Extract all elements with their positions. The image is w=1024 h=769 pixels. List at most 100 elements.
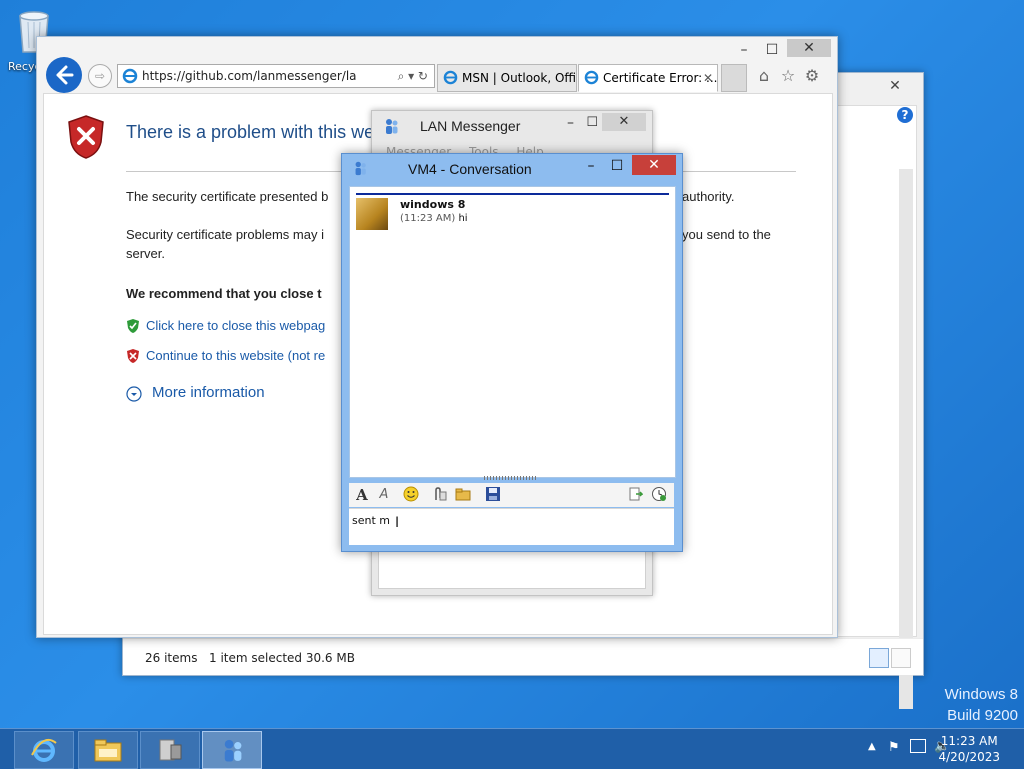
- shield-check-icon: [127, 319, 139, 333]
- cert-line2-end: you send to the: [682, 227, 771, 242]
- address-controls[interactable]: ⌕ ▾ ↻: [398, 65, 428, 87]
- file-explorer-icon: [94, 739, 122, 762]
- recommend-text: We recommend that you close t: [126, 286, 322, 301]
- conversation-toolbar: A A: [349, 483, 674, 507]
- address-url: https://github.com/lanmessenger/lanmesse: [142, 69, 356, 83]
- taskbar-lan-messenger-button[interactable]: [202, 731, 262, 769]
- clock-time: 11:23 AM: [940, 734, 998, 748]
- send-folder-icon[interactable]: [455, 486, 473, 504]
- save-icon[interactable]: [485, 486, 503, 504]
- cert-line1-end: authority.: [682, 189, 735, 204]
- cert-line2-cont: server.: [126, 246, 166, 261]
- history-icon[interactable]: [627, 486, 645, 504]
- more-information-link[interactable]: More information: [126, 384, 265, 402]
- browser-close-button[interactable]: ✕: [787, 39, 831, 57]
- continue-website-text: Continue to this website (not re: [146, 348, 326, 363]
- paperclip-icon: [435, 487, 447, 501]
- floppy-disk-icon: [486, 487, 500, 501]
- shield-x-icon: [127, 349, 139, 363]
- font-color-icon[interactable]: A: [375, 486, 393, 504]
- internet-explorer-icon: [31, 739, 57, 762]
- message-text: hi: [458, 213, 468, 224]
- page-title: There is a problem with this web: [126, 122, 385, 142]
- clock-date: 4/20/2023: [938, 750, 1000, 764]
- lan-maximize-button[interactable]: ☐: [586, 115, 598, 130]
- conversation-window[interactable]: VM4 - Conversation – ☐ ✕ windows 8 (11:2…: [341, 153, 683, 552]
- favorites-star-icon[interactable]: ☆: [779, 67, 797, 85]
- tab-close-icon[interactable]: ✕: [703, 65, 713, 91]
- taskbar-app-button[interactable]: [140, 731, 200, 769]
- conv-maximize-button[interactable]: ☐: [602, 156, 632, 176]
- taskbar-explorer-button[interactable]: [78, 731, 138, 769]
- tab-label: MSN | Outlook, Offi...: [462, 71, 577, 85]
- explorer-scrollbar[interactable]: [899, 169, 913, 709]
- arrow-left-icon: [56, 65, 74, 85]
- forward-button[interactable]: ⇨: [88, 64, 112, 88]
- explorer-status-bar: 26 items 1 item selected 30.6 MB: [123, 638, 923, 675]
- cert-line2: Security certificate problems may i: [126, 227, 324, 242]
- folder-icon: [455, 488, 471, 501]
- help-icon[interactable]: ?: [897, 107, 913, 123]
- new-tab-button[interactable]: [721, 64, 747, 92]
- message-sender: windows 8: [400, 198, 466, 211]
- lan-messenger-icon: [224, 739, 242, 762]
- tab-certificate-error[interactable]: Certificate Error: ... ✕: [578, 64, 718, 92]
- ie-tab-icon: [584, 70, 599, 85]
- network-icon[interactable]: [910, 739, 926, 753]
- taskbar-ie-button[interactable]: [14, 731, 74, 769]
- taskbar: ▲ ⚑ 🔈 11:23 AM 4/20/2023: [0, 728, 1024, 769]
- document-icon: [629, 487, 643, 501]
- message-history[interactable]: windows 8 (11:23 AM) hi: [349, 186, 676, 478]
- browser-minimize-button[interactable]: –: [729, 43, 759, 57]
- conversation-title: VM4 - Conversation: [408, 161, 532, 177]
- conv-close-button[interactable]: ✕: [632, 155, 676, 175]
- message-input-text: sent m: [352, 514, 390, 527]
- browser-maximize-button[interactable]: ☐: [757, 43, 787, 57]
- message-input[interactable]: sent m I: [349, 508, 674, 545]
- home-icon[interactable]: ⌂: [755, 67, 773, 85]
- ie-page-icon: [122, 68, 138, 84]
- shield-error-icon: [68, 115, 104, 159]
- system-tray: ▲ ⚑ 🔈 11:23 AM 4/20/2023: [824, 729, 1024, 769]
- watermark-line2: Build 9200: [947, 707, 1018, 724]
- tiles-view-icon[interactable]: [891, 648, 911, 668]
- emoticon-icon[interactable]: [403, 486, 421, 504]
- explorer-close-button[interactable]: ✕: [873, 77, 917, 95]
- close-webpage-text: Click here to close this webpag: [146, 318, 326, 333]
- show-hidden-icons-icon[interactable]: ▲: [868, 741, 876, 752]
- lan-messenger-icon: [386, 119, 398, 134]
- continue-website-link[interactable]: Continue to this website (not re: [126, 348, 325, 363]
- smiley-icon: [403, 486, 419, 502]
- tab-label: Certificate Error: ...: [603, 71, 718, 85]
- clock-icon: [652, 487, 666, 501]
- more-information-text: More information: [152, 384, 265, 401]
- windows-build-watermark: Windows 8 Build 9200: [945, 684, 1018, 726]
- lan-close-button[interactable]: ✕: [602, 113, 646, 131]
- action-center-flag-icon[interactable]: ⚑: [888, 740, 900, 755]
- lan-minimize-button[interactable]: –: [567, 115, 574, 131]
- computer-icon: [159, 739, 182, 761]
- send-file-icon[interactable]: [431, 486, 449, 504]
- message-time: (11:23 AM): [400, 213, 456, 224]
- font-icon[interactable]: A: [353, 486, 371, 504]
- close-webpage-link[interactable]: Click here to close this webpag: [126, 318, 325, 333]
- cert-line1: The security certificate presented b: [126, 189, 329, 204]
- avatar: [356, 198, 388, 230]
- splitter-handle[interactable]: [484, 476, 538, 480]
- broadcast-icon[interactable]: [651, 486, 669, 504]
- chevron-down-circle-icon: [126, 386, 142, 402]
- settings-gear-icon[interactable]: ⚙: [803, 67, 821, 85]
- address-bar[interactable]: https://github.com/lanmessenger/lanmesse…: [117, 64, 435, 88]
- details-view-icon[interactable]: [869, 648, 889, 668]
- status-selection: 1 item selected 30.6 MB: [209, 651, 355, 665]
- status-item-count: 26 items: [145, 651, 198, 665]
- tab-msn[interactable]: MSN | Outlook, Offi...: [437, 64, 577, 92]
- watermark-line1: Windows 8: [944, 686, 1018, 703]
- message-line: (11:23 AM) hi: [400, 213, 468, 224]
- history-header-bar: [356, 193, 669, 195]
- taskbar-clock[interactable]: 11:23 AM 4/20/2023: [938, 733, 1000, 765]
- ie-tab-icon: [443, 70, 458, 85]
- lan-messenger-icon: [355, 161, 366, 176]
- back-button[interactable]: [46, 57, 82, 93]
- lan-messenger-title: LAN Messenger: [420, 118, 521, 134]
